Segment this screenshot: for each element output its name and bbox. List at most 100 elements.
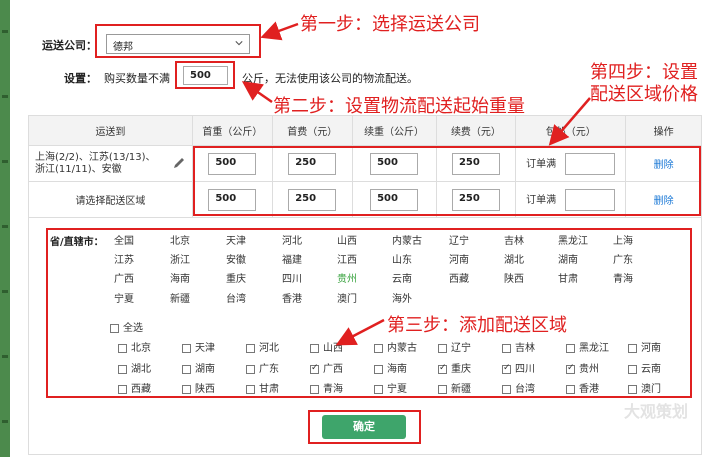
province-link[interactable]: 广东 — [613, 251, 633, 266]
province-checkbox[interactable]: 重庆 — [438, 360, 471, 375]
annotation-step4-line2: 配送区域价格 — [590, 84, 698, 105]
left-edge-strip — [0, 0, 10, 457]
province-checkbox[interactable]: 四川 — [502, 360, 535, 375]
province-link[interactable]: 天津 — [226, 232, 246, 247]
province-checkbox[interactable]: 黑龙江 — [566, 339, 609, 354]
province-link[interactable]: 河南 — [449, 251, 469, 266]
province-link[interactable]: 辽宁 — [449, 232, 469, 247]
province-checkbox[interactable]: 吉林 — [502, 339, 535, 354]
province-checkbox[interactable]: 辽宁 — [438, 339, 471, 354]
province-link[interactable]: 宁夏 — [114, 290, 134, 305]
province-checkbox[interactable]: 广西 — [310, 360, 343, 375]
province-checkbox-label: 青海 — [323, 384, 343, 395]
province-link[interactable]: 海南 — [170, 270, 190, 285]
province-checkbox-label: 贵州 — [579, 364, 599, 375]
province-checkbox[interactable]: 北京 — [118, 339, 151, 354]
min-weight-input[interactable]: 500 — [183, 66, 228, 85]
province-link[interactable]: 浙江 — [170, 251, 190, 266]
checkbox-box — [628, 364, 637, 374]
province-link[interactable]: 安徽 — [226, 251, 246, 266]
province-link[interactable]: 北京 — [170, 232, 190, 247]
province-checkbox[interactable]: 湖北 — [118, 360, 151, 375]
province-link[interactable]: 新疆 — [170, 290, 190, 305]
province-checkbox[interactable]: 陕西 — [182, 380, 215, 395]
province-link[interactable]: 湖北 — [504, 251, 524, 266]
province-checkbox[interactable]: 河南 — [628, 339, 661, 354]
carrier-select[interactable]: 德邦 — [106, 34, 250, 54]
strip-tick — [2, 160, 8, 163]
column-header: 包邮（元） — [515, 115, 627, 146]
province-checkbox-label: 香港 — [579, 384, 599, 395]
column-header: 操作 — [625, 115, 702, 146]
province-link[interactable]: 青海 — [613, 270, 633, 285]
province-link[interactable]: 陕西 — [504, 270, 524, 285]
province-checkbox[interactable]: 青海 — [310, 380, 343, 395]
province-link[interactable]: 江西 — [337, 251, 357, 266]
province-checkbox[interactable]: 湖南 — [182, 360, 215, 375]
column-header: 续费（元） — [435, 115, 517, 146]
province-link[interactable]: 海外 — [392, 290, 412, 305]
province-link[interactable]: 山西 — [337, 232, 357, 247]
province-link[interactable]: 黑龙江 — [558, 232, 588, 247]
province-checkbox[interactable]: 山西 — [310, 339, 343, 354]
checkbox-box — [628, 343, 637, 353]
province-checkbox-label: 海南 — [387, 364, 407, 375]
province-link[interactable]: 河北 — [282, 232, 302, 247]
province-checkbox-label: 广东 — [259, 364, 279, 375]
checkbox-box — [566, 384, 575, 394]
province-link[interactable]: 台湾 — [226, 290, 246, 305]
province-checkbox[interactable]: 台湾 — [502, 380, 535, 395]
province-link[interactable]: 四川 — [282, 270, 302, 285]
province-link[interactable]: 重庆 — [226, 270, 246, 285]
province-link[interactable]: 贵州 — [337, 270, 357, 285]
province-link[interactable]: 江苏 — [114, 251, 134, 266]
province-link[interactable]: 上海 — [613, 232, 633, 247]
province-link[interactable]: 福建 — [282, 251, 302, 266]
province-link[interactable]: 全国 — [114, 232, 134, 247]
province-checkbox-label: 云南 — [641, 364, 661, 375]
province-checkbox[interactable]: 香港 — [566, 380, 599, 395]
province-link[interactable]: 西藏 — [449, 270, 469, 285]
province-checkbox[interactable]: 海南 — [374, 360, 407, 375]
province-link[interactable]: 吉林 — [504, 232, 524, 247]
destination-placeholder[interactable]: 请选择配送区域 — [75, 196, 145, 207]
province-link[interactable]: 广西 — [114, 270, 134, 285]
province-link[interactable]: 内蒙古 — [392, 232, 422, 247]
province-checkbox[interactable]: 内蒙古 — [374, 339, 417, 354]
province-checkbox[interactable]: 广东 — [246, 360, 279, 375]
province-link[interactable]: 湖南 — [558, 251, 578, 266]
province-checkbox-label: 新疆 — [451, 384, 471, 395]
province-checkbox[interactable]: 河北 — [246, 339, 279, 354]
province-checkbox[interactable]: 甘肃 — [246, 380, 279, 395]
province-checkbox[interactable]: 贵州 — [566, 360, 599, 375]
province-checkbox[interactable]: 云南 — [628, 360, 661, 375]
setting-suffix: 公斤，无法使用该公司的物流配送。 — [242, 72, 418, 85]
confirm-button[interactable]: 确定 — [322, 415, 406, 439]
checkbox-box — [628, 384, 637, 394]
province-link[interactable]: 云南 — [392, 270, 412, 285]
province-checkbox[interactable]: 西藏 — [118, 380, 151, 395]
annotation-step3: 第三步：添加配送区域 — [387, 315, 567, 336]
province-link[interactable]: 澳门 — [337, 290, 357, 305]
arrow-step1 — [260, 21, 299, 41]
checkbox-box — [182, 384, 191, 394]
edit-pencil-icon[interactable] — [172, 156, 186, 170]
province-checkbox-label: 重庆 — [451, 364, 471, 375]
checkbox-box — [374, 364, 383, 374]
province-link[interactable]: 香港 — [282, 290, 302, 305]
province-checkbox[interactable]: 澳门 — [628, 380, 661, 395]
strip-tick — [2, 290, 8, 293]
province-checkbox[interactable]: 宁夏 — [374, 380, 407, 395]
province-checkbox-label: 河南 — [641, 343, 661, 354]
checkbox-box — [438, 343, 447, 353]
province-checkbox-label: 北京 — [131, 343, 151, 354]
province-checkbox[interactable]: 新疆 — [438, 380, 471, 395]
province-checkbox-label: 湖南 — [195, 364, 215, 375]
province-link[interactable]: 山东 — [392, 251, 412, 266]
province-checkbox-label: 湖北 — [131, 364, 151, 375]
province-link[interactable]: 甘肃 — [558, 270, 578, 285]
checkbox-box — [438, 363, 447, 374]
select-all-checkbox[interactable]: 全选 — [110, 319, 143, 334]
province-checkbox[interactable]: 天津 — [182, 339, 215, 354]
province-checkbox-label: 黑龙江 — [579, 343, 609, 354]
